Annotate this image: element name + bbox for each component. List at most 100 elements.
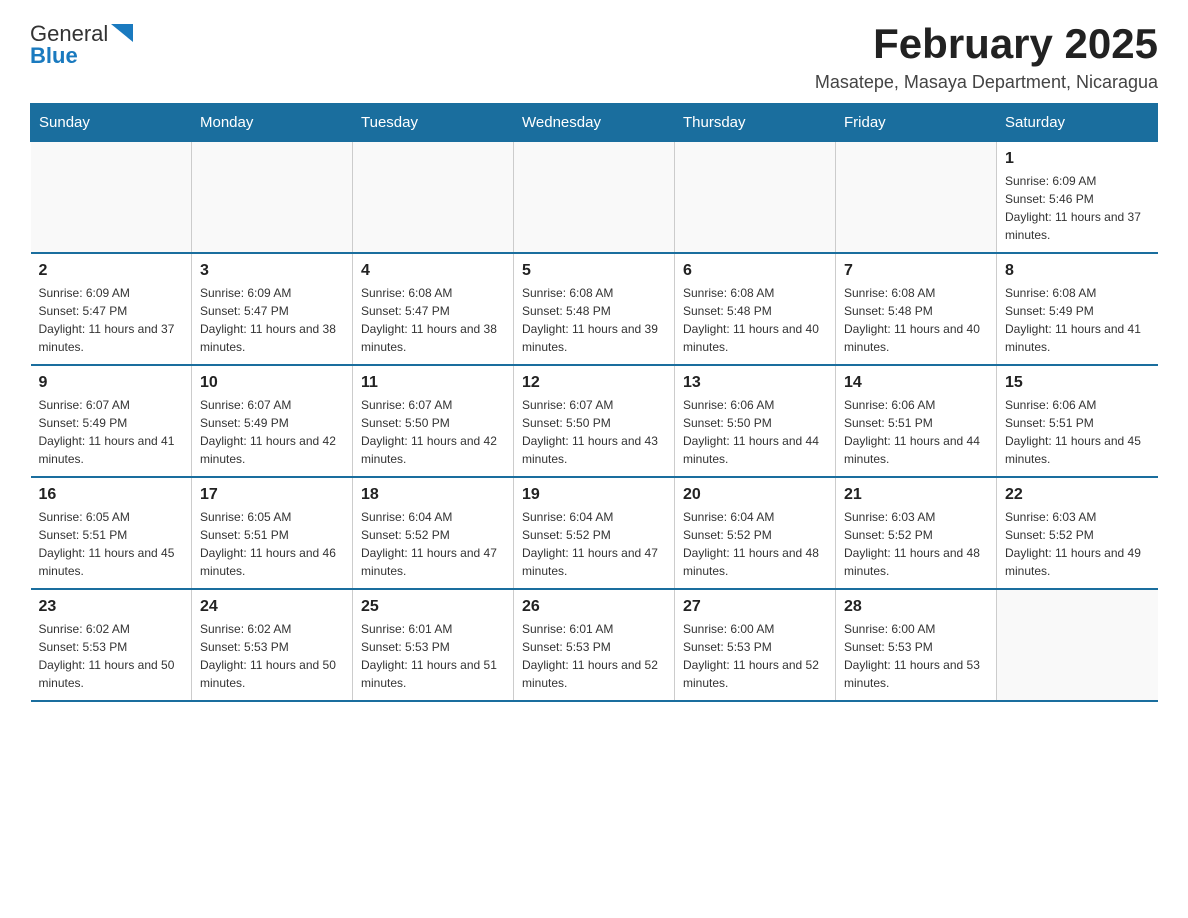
day-info: Sunrise: 6:00 AM Sunset: 5:53 PM Dayligh… bbox=[844, 620, 988, 692]
day-info: Sunrise: 6:08 AM Sunset: 5:47 PM Dayligh… bbox=[361, 284, 505, 356]
calendar-cell: 13 Sunrise: 6:06 AM Sunset: 5:50 PM Dayli… bbox=[675, 365, 836, 477]
day-info: Sunrise: 6:01 AM Sunset: 5:53 PM Dayligh… bbox=[361, 620, 505, 692]
day-info: Sunrise: 6:07 AM Sunset: 5:49 PM Dayligh… bbox=[39, 396, 184, 468]
calendar-cell: 22 Sunrise: 6:03 AM Sunset: 5:52 PM Dayli… bbox=[997, 477, 1158, 589]
calendar-cell: 23 Sunrise: 6:02 AM Sunset: 5:53 PM Dayli… bbox=[31, 589, 192, 701]
day-info: Sunrise: 6:09 AM Sunset: 5:46 PM Dayligh… bbox=[1005, 172, 1150, 244]
day-number: 5 bbox=[522, 262, 666, 280]
calendar-cell bbox=[353, 142, 514, 254]
day-number: 12 bbox=[522, 374, 666, 392]
calendar-cell: 7Sunrise: 6:08 AM Sunset: 5:48 PM Daylig… bbox=[836, 253, 997, 365]
calendar-cell: 11Sunrise: 6:07 AM Sunset: 5:50 PM Dayli… bbox=[353, 365, 514, 477]
month-title: February 2025 bbox=[815, 20, 1158, 68]
weekday-header-thursday: Thursday bbox=[675, 104, 836, 142]
calendar-cell: 21 Sunrise: 6:03 AM Sunset: 5:52 PM Dayli… bbox=[836, 477, 997, 589]
day-info: Sunrise: 6:04 AM Sunset: 5:52 PM Dayligh… bbox=[522, 508, 666, 580]
day-number: 8 bbox=[1005, 262, 1150, 280]
logo: General Blue bbox=[30, 20, 133, 69]
day-number: 13 bbox=[683, 374, 827, 392]
day-info: Sunrise: 6:04 AM Sunset: 5:52 PM Dayligh… bbox=[361, 508, 505, 580]
calendar-cell: 28 Sunrise: 6:00 AM Sunset: 5:53 PM Dayli… bbox=[836, 589, 997, 701]
logo-text-blue: Blue bbox=[30, 43, 78, 69]
weekday-header-row: SundayMondayTuesdayWednesdayThursdayFrid… bbox=[31, 104, 1158, 142]
calendar-cell: 17 Sunrise: 6:05 AM Sunset: 5:51 PM Dayli… bbox=[192, 477, 353, 589]
day-number: 22 bbox=[1005, 486, 1150, 504]
calendar-cell: 9 Sunrise: 6:07 AM Sunset: 5:49 PM Daylig… bbox=[31, 365, 192, 477]
day-number: 26 bbox=[522, 598, 666, 616]
day-info: Sunrise: 6:03 AM Sunset: 5:52 PM Dayligh… bbox=[844, 508, 988, 580]
calendar-cell: 27 Sunrise: 6:00 AM Sunset: 5:53 PM Dayli… bbox=[675, 589, 836, 701]
day-info: Sunrise: 6:09 AM Sunset: 5:47 PM Dayligh… bbox=[39, 284, 184, 356]
calendar-cell: 20 Sunrise: 6:04 AM Sunset: 5:52 PM Dayli… bbox=[675, 477, 836, 589]
day-info: Sunrise: 6:04 AM Sunset: 5:52 PM Dayligh… bbox=[683, 508, 827, 580]
calendar-header: SundayMondayTuesdayWednesdayThursdayFrid… bbox=[31, 104, 1158, 142]
page-header: General Blue February 2025 Masatepe, Mas… bbox=[30, 20, 1158, 93]
day-number: 20 bbox=[683, 486, 827, 504]
calendar-cell bbox=[31, 142, 192, 254]
day-info: Sunrise: 6:07 AM Sunset: 5:49 PM Dayligh… bbox=[200, 396, 344, 468]
calendar-cell: 18 Sunrise: 6:04 AM Sunset: 5:52 PM Dayli… bbox=[353, 477, 514, 589]
calendar-cell: 5 Sunrise: 6:08 AM Sunset: 5:48 PM Daylig… bbox=[514, 253, 675, 365]
calendar-cell: 10 Sunrise: 6:07 AM Sunset: 5:49 PM Dayli… bbox=[192, 365, 353, 477]
calendar-cell: 24 Sunrise: 6:02 AM Sunset: 5:53 PM Dayli… bbox=[192, 589, 353, 701]
day-info: Sunrise: 6:05 AM Sunset: 5:51 PM Dayligh… bbox=[200, 508, 344, 580]
calendar-cell bbox=[997, 589, 1158, 701]
day-info: Sunrise: 6:03 AM Sunset: 5:52 PM Dayligh… bbox=[1005, 508, 1150, 580]
day-number: 11 bbox=[361, 374, 505, 392]
day-number: 25 bbox=[361, 598, 505, 616]
calendar-week-row: 23 Sunrise: 6:02 AM Sunset: 5:53 PM Dayli… bbox=[31, 589, 1158, 701]
day-info: Sunrise: 6:06 AM Sunset: 5:51 PM Dayligh… bbox=[844, 396, 988, 468]
weekday-header-tuesday: Tuesday bbox=[353, 104, 514, 142]
calendar-cell: 14 Sunrise: 6:06 AM Sunset: 5:51 PM Dayli… bbox=[836, 365, 997, 477]
day-info: Sunrise: 6:08 AM Sunset: 5:48 PM Dayligh… bbox=[522, 284, 666, 356]
day-number: 17 bbox=[200, 486, 344, 504]
calendar-cell: 1 Sunrise: 6:09 AM Sunset: 5:46 PM Daylig… bbox=[997, 142, 1158, 254]
calendar-cell bbox=[192, 142, 353, 254]
calendar-cell: 2 Sunrise: 6:09 AM Sunset: 5:47 PM Daylig… bbox=[31, 253, 192, 365]
weekday-header-saturday: Saturday bbox=[997, 104, 1158, 142]
weekday-header-monday: Monday bbox=[192, 104, 353, 142]
calendar-cell: 4 Sunrise: 6:08 AM Sunset: 5:47 PM Daylig… bbox=[353, 253, 514, 365]
day-number: 3 bbox=[200, 262, 344, 280]
day-info: Sunrise: 6:08 AM Sunset: 5:49 PM Dayligh… bbox=[1005, 284, 1150, 356]
calendar-cell: 16 Sunrise: 6:05 AM Sunset: 5:51 PM Dayli… bbox=[31, 477, 192, 589]
day-number: 14 bbox=[844, 374, 988, 392]
weekday-header-friday: Friday bbox=[836, 104, 997, 142]
day-number: 1 bbox=[1005, 150, 1150, 168]
day-info: Sunrise: 6:02 AM Sunset: 5:53 PM Dayligh… bbox=[200, 620, 344, 692]
day-number: 6 bbox=[683, 262, 827, 280]
day-number: 21 bbox=[844, 486, 988, 504]
calendar-cell bbox=[514, 142, 675, 254]
calendar-table: SundayMondayTuesdayWednesdayThursdayFrid… bbox=[30, 103, 1158, 702]
day-info: Sunrise: 6:02 AM Sunset: 5:53 PM Dayligh… bbox=[39, 620, 184, 692]
day-number: 18 bbox=[361, 486, 505, 504]
calendar-cell bbox=[675, 142, 836, 254]
day-number: 10 bbox=[200, 374, 344, 392]
day-number: 24 bbox=[200, 598, 344, 616]
day-number: 16 bbox=[39, 486, 184, 504]
logo-triangle-icon bbox=[111, 24, 133, 42]
day-info: Sunrise: 6:07 AM Sunset: 5:50 PM Dayligh… bbox=[522, 396, 666, 468]
day-info: Sunrise: 6:06 AM Sunset: 5:50 PM Dayligh… bbox=[683, 396, 827, 468]
day-info: Sunrise: 6:00 AM Sunset: 5:53 PM Dayligh… bbox=[683, 620, 827, 692]
calendar-cell: 15Sunrise: 6:06 AM Sunset: 5:51 PM Dayli… bbox=[997, 365, 1158, 477]
day-number: 9 bbox=[39, 374, 184, 392]
day-number: 27 bbox=[683, 598, 827, 616]
calendar-week-row: 9 Sunrise: 6:07 AM Sunset: 5:49 PM Daylig… bbox=[31, 365, 1158, 477]
calendar-cell: 8 Sunrise: 6:08 AM Sunset: 5:49 PM Daylig… bbox=[997, 253, 1158, 365]
day-number: 2 bbox=[39, 262, 184, 280]
day-number: 4 bbox=[361, 262, 505, 280]
day-number: 28 bbox=[844, 598, 988, 616]
weekday-header-wednesday: Wednesday bbox=[514, 104, 675, 142]
day-info: Sunrise: 6:05 AM Sunset: 5:51 PM Dayligh… bbox=[39, 508, 184, 580]
calendar-week-row: 16 Sunrise: 6:05 AM Sunset: 5:51 PM Dayli… bbox=[31, 477, 1158, 589]
calendar-cell bbox=[836, 142, 997, 254]
day-number: 23 bbox=[39, 598, 184, 616]
weekday-header-sunday: Sunday bbox=[31, 104, 192, 142]
title-block: February 2025 Masatepe, Masaya Departmen… bbox=[815, 20, 1158, 93]
location: Masatepe, Masaya Department, Nicaragua bbox=[815, 72, 1158, 93]
day-info: Sunrise: 6:09 AM Sunset: 5:47 PM Dayligh… bbox=[200, 284, 344, 356]
day-info: Sunrise: 6:01 AM Sunset: 5:53 PM Dayligh… bbox=[522, 620, 666, 692]
day-number: 15 bbox=[1005, 374, 1150, 392]
calendar-week-row: 1 Sunrise: 6:09 AM Sunset: 5:46 PM Daylig… bbox=[31, 142, 1158, 254]
